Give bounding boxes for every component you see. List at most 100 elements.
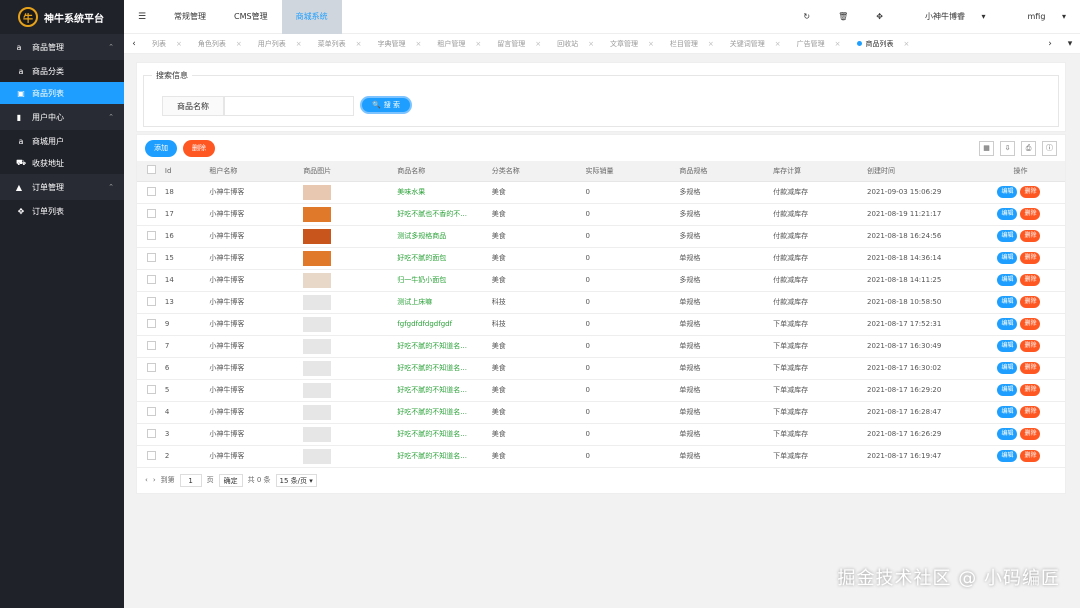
columns-icon[interactable]: ▦ [979,140,994,156]
delete-row-button[interactable]: 删除 [1020,296,1041,308]
close-icon[interactable]: × [648,40,654,48]
cell-product-name[interactable]: 好吃不腻的不知道名... [397,379,492,402]
edit-button[interactable]: 编辑 [997,384,1018,396]
refresh-icon[interactable]: ↻ [789,12,824,21]
row-checkbox[interactable] [147,384,156,394]
delete-row-button[interactable]: 删除 [1020,428,1041,440]
pager-prev-icon[interactable]: ‹ [145,476,148,484]
close-icon[interactable]: × [904,40,910,48]
tab-0[interactable]: 列表 × [144,39,190,49]
add-button[interactable]: 添加 [145,139,177,157]
cell-product-name[interactable]: 测试上床嘛 [397,291,492,314]
tab-6[interactable]: 留言管理 × [489,39,549,49]
cell-product-name[interactable]: 测试多规格商品 [397,225,492,248]
edit-button[interactable]: 编辑 [997,208,1018,220]
top-nav-item-0[interactable]: 常规管理 [160,0,220,34]
close-icon[interactable]: × [588,40,594,48]
delete-row-button[interactable]: 删除 [1020,384,1041,396]
pager-size-select[interactable]: 15 条/页 ▾ [275,473,317,487]
delete-row-button[interactable]: 删除 [1020,186,1041,198]
tab-2[interactable]: 用户列表 × [250,39,310,49]
cell-product-name[interactable]: 好吃不腻的不知道名... [397,401,492,424]
select-all-checkbox[interactable] [147,165,156,175]
cell-product-name[interactable]: 好吃不腻也不香的不... [397,203,492,226]
edit-button[interactable]: 编辑 [997,230,1018,242]
edit-button[interactable]: 编辑 [997,406,1018,418]
tab-prev-icon[interactable]: ‹ [124,39,144,49]
pager-next-icon[interactable]: › [153,476,156,484]
edit-button[interactable]: 编辑 [997,274,1018,286]
tab-7[interactable]: 回收站 × [549,39,602,49]
row-checkbox[interactable] [147,274,156,284]
row-checkbox[interactable] [147,296,156,306]
tab-9[interactable]: 栏目管理 × [662,39,722,49]
tab-next-icon[interactable]: › [1040,39,1060,49]
info-icon[interactable]: ⓘ [1042,140,1057,156]
menu-toggle-icon[interactable]: ☰ [124,12,160,22]
close-icon[interactable]: × [236,40,242,48]
cell-product-name[interactable]: 好吃不腻的面包 [397,247,492,270]
search-button[interactable]: 🔍 搜 索 [360,96,412,114]
row-checkbox[interactable] [147,362,156,372]
user-menu[interactable]: 小神牛博睿 ▾ [897,11,1000,22]
print-icon[interactable]: ⎙ [1021,140,1036,156]
sidebar-group-0[interactable]: a 商品管理 ⌃ [0,34,124,60]
edit-button[interactable]: 编辑 [997,186,1018,198]
row-checkbox[interactable] [147,340,156,350]
cell-product-name[interactable]: 好吃不腻的不知道名... [397,423,492,446]
pager-confirm-button[interactable]: 确定 [218,473,243,487]
cell-product-name[interactable]: 美味水果 [397,181,492,204]
edit-button[interactable]: 编辑 [997,428,1018,440]
cell-product-name[interactable]: fgfgdfdfdgdfgdf [397,313,492,336]
export-icon[interactable]: ⇩ [1000,140,1015,156]
cell-product-name[interactable]: 好吃不腻的不知道名... [397,335,492,358]
row-checkbox[interactable] [147,186,156,196]
tab-8[interactable]: 文章管理 × [602,39,662,49]
row-checkbox[interactable] [147,318,156,328]
delete-row-button[interactable]: 删除 [1020,230,1041,242]
tab-11[interactable]: 广告管理 × [789,39,849,49]
tab-5[interactable]: 租户管理 × [429,39,489,49]
delete-row-button[interactable]: 删除 [1020,340,1041,352]
row-checkbox[interactable] [147,252,156,262]
tab-1[interactable]: 角色列表 × [190,39,250,49]
lang-menu[interactable]: mfig ▾ [1000,12,1080,21]
delete-row-button[interactable]: 删除 [1020,406,1041,418]
close-icon[interactable]: × [535,40,541,48]
tab-10[interactable]: 关键词管理 × [722,39,789,49]
close-icon[interactable]: × [708,40,714,48]
close-icon[interactable]: × [475,40,481,48]
close-icon[interactable]: × [835,40,841,48]
top-nav-item-2[interactable]: 商城系统 [281,0,342,34]
cell-product-name[interactable]: 归一牛奶小面包 [397,269,492,292]
sidebar-item-1-1[interactable]: ⛟ 收获地址 [0,152,124,174]
tab-4[interactable]: 字典管理 × [370,39,430,49]
close-icon[interactable]: × [356,40,362,48]
tab-3[interactable]: 菜单列表 × [310,39,370,49]
sidebar-item-2-0[interactable]: ✥ 订单列表 [0,200,124,222]
sidebar-item-0-0[interactable]: a 商品分类 [0,60,124,82]
close-icon[interactable]: × [416,40,422,48]
trash-icon[interactable]: 🗑 [824,12,862,21]
delete-row-button[interactable]: 删除 [1020,318,1041,330]
sidebar-group-2[interactable]: ▲ 订单管理 ⌃ [0,174,124,200]
close-icon[interactable]: × [176,40,182,48]
sidebar-group-1[interactable]: ▮ 用户中心 ⌃ [0,104,124,130]
close-icon[interactable]: × [775,40,781,48]
top-nav-item-1[interactable]: CMS管理 [220,0,282,34]
close-icon[interactable]: × [296,40,302,48]
cell-product-name[interactable]: 好吃不腻的不知道名... [397,357,492,380]
row-checkbox[interactable] [147,230,156,240]
row-checkbox[interactable] [147,428,156,438]
sidebar-item-1-0[interactable]: a 商城用户 [0,130,124,152]
fullscreen-icon[interactable]: ✥ [862,12,897,21]
row-checkbox[interactable] [147,450,156,460]
row-checkbox[interactable] [147,208,156,218]
tab-menu-icon[interactable]: ▾ [1060,39,1080,49]
edit-button[interactable]: 编辑 [997,252,1018,264]
delete-button[interactable]: 删除 [183,139,215,157]
delete-row-button[interactable]: 删除 [1020,450,1041,462]
edit-button[interactable]: 编辑 [997,450,1018,462]
sidebar-item-0-1[interactable]: ▣ 商品列表 [0,82,124,104]
row-checkbox[interactable] [147,406,156,416]
